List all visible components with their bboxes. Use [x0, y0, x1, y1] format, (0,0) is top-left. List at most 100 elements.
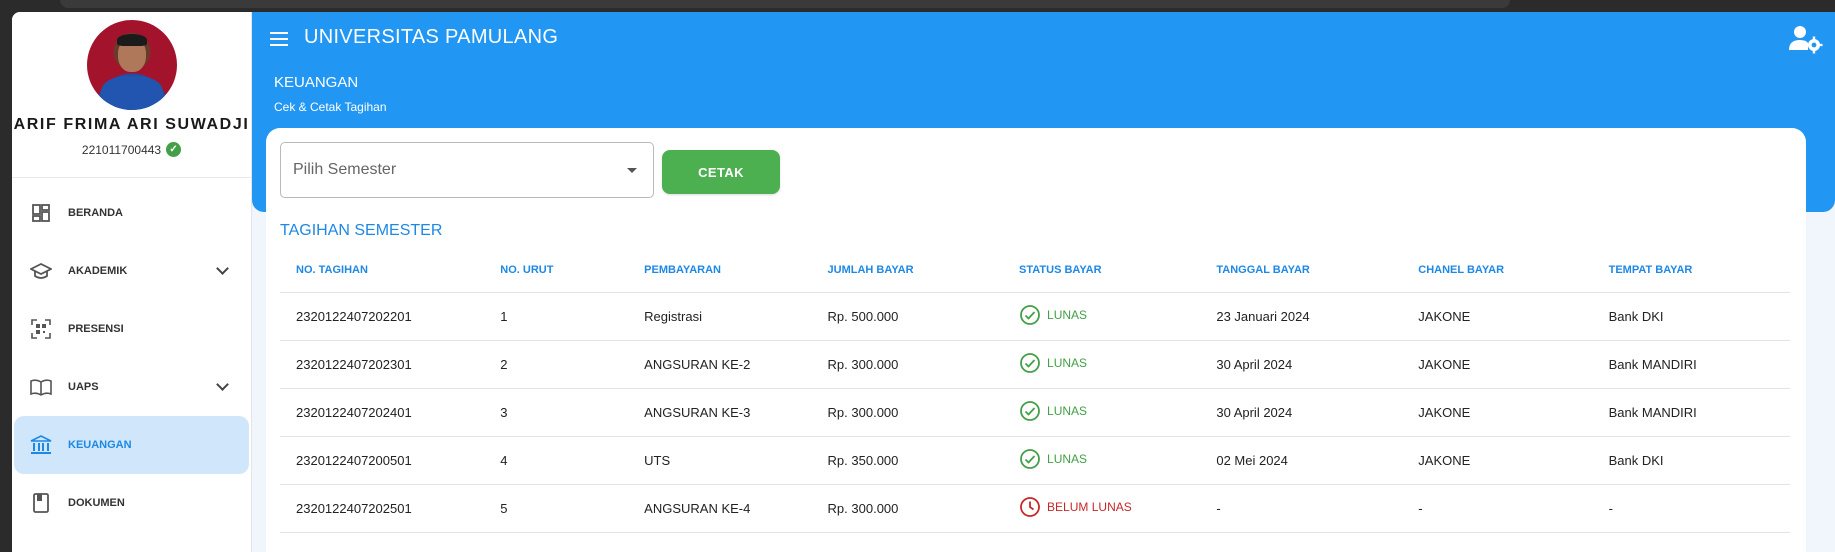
status-text: LUNAS: [1047, 307, 1088, 322]
graduation-cap-icon: [30, 260, 52, 282]
table-cell: UTS: [628, 436, 812, 485]
table-cell: JAKONE: [1402, 340, 1593, 389]
table-row: 2320122407202301 2 ANGSURAN KE-2 Rp. 300.00…: [280, 340, 1790, 389]
status-text: LUNAS: [1047, 403, 1088, 418]
table-cell: ANGSURAN KE-3: [628, 388, 812, 437]
sidebar-item-label: KEUANGAN: [68, 439, 132, 451]
qr-scan-icon: [30, 318, 52, 340]
table-cell: 2320122407202401: [280, 388, 485, 437]
nim-text: 221011700443: [81, 142, 162, 157]
user-settings-icon[interactable]: [1787, 24, 1823, 54]
table-cell: 2: [484, 340, 629, 389]
table-cell: 2320122407202501: [280, 484, 485, 533]
sidebar-item-label: AKADEMIK: [68, 265, 128, 277]
table-cell: LUNAS: [1003, 292, 1201, 341]
table-cell: 02 Mei 2024: [1200, 436, 1403, 485]
table-cell: -: [1592, 484, 1790, 533]
section-title: TAGIHAN SEMESTER: [280, 222, 443, 239]
status-badge: LUNAS: [1019, 304, 1087, 326]
table-cell: Bank MANDIRI: [1592, 340, 1790, 389]
dashboard-icon: [30, 202, 52, 224]
table-cell: 2320122407202201: [280, 292, 485, 341]
check-circle-icon: [1020, 448, 1040, 469]
table-row: 2320122407202201 1 Registrasi Rp. 500.000 LU…: [280, 292, 1790, 341]
table-cell: LUNAS: [1003, 436, 1201, 485]
profile-card: ARIF FRIMA ARI SUWADJI 221011700443 ✓: [12, 20, 251, 178]
table-cell: Bank DKI: [1592, 292, 1790, 341]
avatar: [86, 20, 177, 110]
sidebar-item-label: PRESENSI: [68, 323, 124, 335]
sidebar-item-keuangan[interactable]: KEUANGAN: [14, 416, 249, 474]
table-body: 2320122407202201 1 Registrasi Rp. 500.000 LU…: [280, 292, 1790, 533]
table-cell: Rp. 500.000: [811, 292, 1004, 341]
sidebar-item-akademik[interactable]: AKADEMIK: [14, 242, 249, 300]
status-text: BELUM LUNAS: [1047, 499, 1132, 514]
status-text: LUNAS: [1047, 355, 1088, 370]
table-cell: JAKONE: [1402, 436, 1593, 485]
table-cell: LUNAS: [1003, 388, 1201, 437]
table-cell: -: [1402, 484, 1593, 533]
column-header[interactable]: JUMLAH BAYAR: [811, 248, 1004, 293]
column-header[interactable]: TANGGAL BAYAR: [1200, 248, 1403, 293]
hamburger-menu-icon[interactable]: [270, 32, 288, 46]
table-cell: JAKONE: [1402, 388, 1593, 437]
table-header-row: NO. TAGIHAN NO. URUT PEMBAYARAN JUMLAH BAYA…: [280, 248, 1790, 293]
sidebar: ARIF FRIMA ARI SUWADJI 221011700443 ✓ BE…: [12, 12, 252, 552]
table-cell: 4: [484, 436, 629, 485]
check-circle-icon: [1020, 304, 1040, 325]
table-row: 2320122407202501 5 ANGSURAN KE-4 Rp. 300.00…: [280, 484, 1790, 533]
chevron-down-icon[interactable]: [216, 262, 229, 275]
sidebar-item-label: DOKUMEN: [68, 497, 125, 509]
column-header[interactable]: NO. URUT: [484, 248, 629, 293]
semester-select[interactable]: Pilih Semester: [280, 142, 654, 198]
clock-icon: [1020, 496, 1040, 517]
check-circle-icon: [1020, 352, 1040, 373]
table-cell: 30 April 2024: [1200, 340, 1403, 389]
table-cell: LUNAS: [1003, 340, 1201, 389]
sidebar-item-uaps[interactable]: UAPS: [14, 358, 249, 416]
column-header[interactable]: TEMPAT BAYAR: [1592, 248, 1790, 293]
page-subtitle: Cek & Cetak Tagihan: [274, 100, 387, 114]
sidebar-item-dokumen[interactable]: DOKUMEN: [14, 474, 249, 532]
table-cell: Rp. 350.000: [811, 436, 1004, 485]
table-row: 2320122407200501 4 UTS Rp. 350.000 LUNAS 02 M…: [280, 436, 1790, 485]
table-cell: 1: [484, 292, 629, 341]
table-cell: 2320122407202301: [280, 340, 485, 389]
status-text: LUNAS: [1047, 451, 1088, 466]
column-header[interactable]: PEMBAYARAN: [628, 248, 812, 293]
page-title: KEUANGAN: [274, 74, 359, 91]
caret-down-icon: [627, 168, 637, 173]
chevron-down-icon[interactable]: [216, 378, 229, 391]
billing-table: NO. TAGIHAN NO. URUT PEMBAYARAN JUMLAH BAYA…: [280, 248, 1790, 533]
bank-icon: [30, 434, 52, 456]
billing-card: Pilih Semester CETAK TAGIHAN SEMESTER NO…: [266, 128, 1806, 552]
table-cell: ANGSURAN KE-2: [628, 340, 812, 389]
sidebar-menu: BERANDA AKADEMIK PRESENSI UAPS KEUANGAN DOKUM…: [12, 178, 251, 532]
print-button[interactable]: CETAK: [662, 150, 780, 194]
browser-address-bar[interactable]: [60, 0, 1510, 8]
status-badge: LUNAS: [1019, 400, 1087, 422]
table-row: 2320122407202401 3 ANGSURAN KE-3 Rp. 300.00…: [280, 388, 1790, 437]
column-header[interactable]: NO. TAGIHAN: [280, 248, 485, 293]
column-header[interactable]: STATUS BAYAR: [1003, 248, 1201, 293]
table-cell: -: [1200, 484, 1403, 533]
column-header[interactable]: CHANEL BAYAR: [1402, 248, 1593, 293]
sidebar-item-label: UAPS: [68, 381, 99, 393]
sidebar-item-presensi[interactable]: PRESENSI: [14, 300, 249, 358]
table-cell: Bank MANDIRI: [1592, 388, 1790, 437]
sidebar-item-beranda[interactable]: BERANDA: [14, 184, 249, 242]
table-cell: Registrasi: [628, 292, 812, 341]
table-cell: 23 Januari 2024: [1200, 292, 1403, 341]
table-cell: BELUM LUNAS: [1003, 484, 1201, 533]
semester-select-placeholder: Pilih Semester: [293, 161, 397, 178]
status-badge: BELUM LUNAS: [1019, 496, 1132, 518]
table-cell: Rp. 300.000: [811, 388, 1004, 437]
app-window: ARIF FRIMA ARI SUWADJI 221011700443 ✓ BE…: [12, 12, 1835, 552]
table-cell: 30 April 2024: [1200, 388, 1403, 437]
table-cell: Bank DKI: [1592, 436, 1790, 485]
check-circle-icon: [1020, 400, 1040, 421]
table-cell: ANGSURAN KE-4: [628, 484, 812, 533]
table-cell: 2320122407200501: [280, 436, 485, 485]
table-cell: Rp. 300.000: [811, 340, 1004, 389]
table-cell: JAKONE: [1402, 292, 1593, 341]
